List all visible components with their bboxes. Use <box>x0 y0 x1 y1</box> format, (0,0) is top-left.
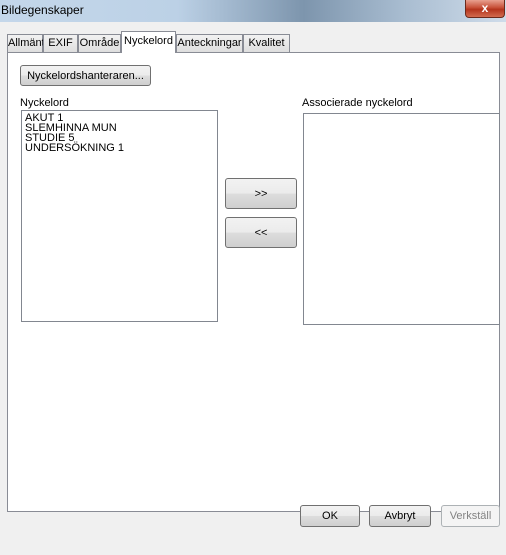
keyword-item[interactable]: UNDERSÖKNING 1 <box>25 143 217 154</box>
keyword-manager-button[interactable]: Nyckelordshanteraren... <box>20 65 151 86</box>
associated-keywords-label: Associerade nyckelord <box>302 97 413 109</box>
dialog-body: Allmänt EXIF Område Nyckelord Anteckning… <box>0 22 506 555</box>
tab-omrade[interactable]: Område <box>78 34 121 52</box>
associated-keywords-list[interactable] <box>303 113 500 325</box>
tab-kvalitet[interactable]: Kvalitet <box>243 34 290 52</box>
title-bar: Bildegenskaper x <box>0 0 506 22</box>
tab-anteckningar[interactable]: Anteckningar <box>176 34 243 52</box>
tab-exif[interactable]: EXIF <box>43 34 78 52</box>
remove-keyword-button[interactable]: << <box>225 217 297 248</box>
tab-allmant[interactable]: Allmänt <box>7 34 45 52</box>
window-title: Bildegenskaper <box>1 3 84 17</box>
close-icon: x <box>481 1 489 15</box>
tab-nyckelord[interactable]: Nyckelord <box>121 31 176 53</box>
tab-panel-nyckelord: Nyckelordshanteraren... Nyckelord AKUT 1… <box>7 52 500 512</box>
cancel-button[interactable]: Avbryt <box>369 505 431 527</box>
apply-button: Verkställ <box>441 505 500 527</box>
add-keyword-button[interactable]: >> <box>225 178 297 209</box>
keywords-list[interactable]: AKUT 1 SLEMHINNA MUN STUDIE 5 UNDERSÖKNI… <box>21 110 218 322</box>
close-button[interactable]: x <box>465 0 505 18</box>
keywords-label: Nyckelord <box>20 97 69 109</box>
ok-button[interactable]: OK <box>300 505 360 527</box>
